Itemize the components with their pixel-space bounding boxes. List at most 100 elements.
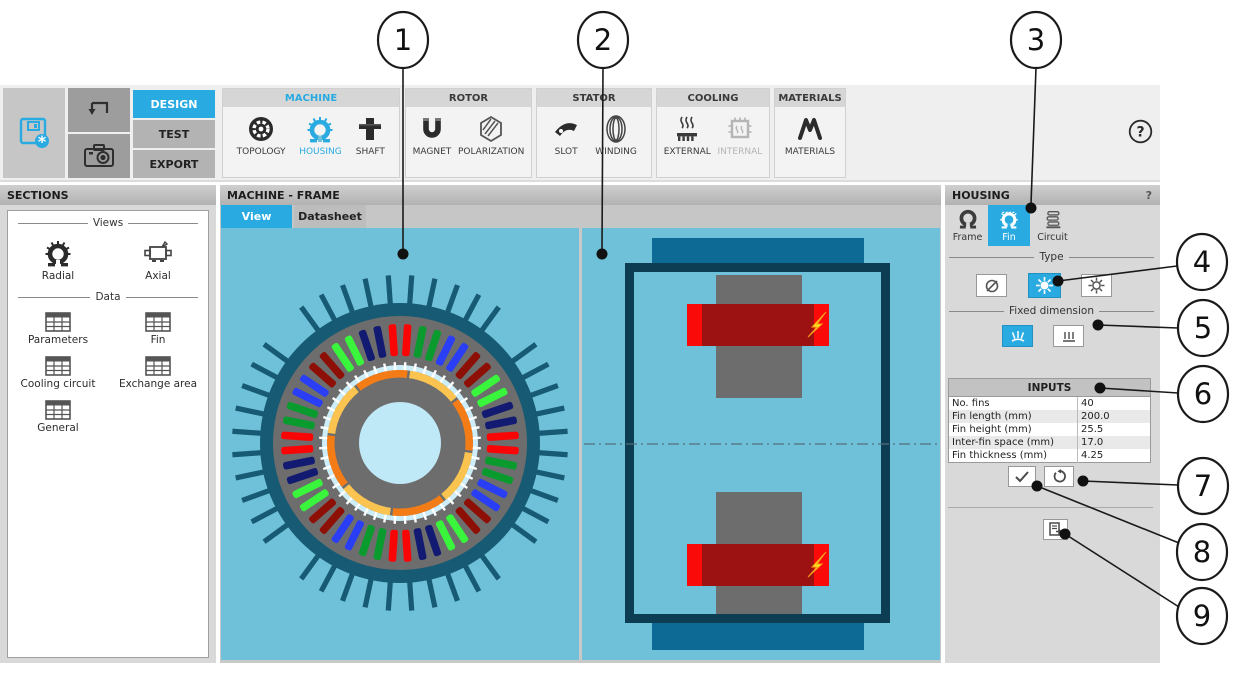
help-icon[interactable]: ?	[1128, 119, 1153, 144]
topology-icon	[246, 114, 276, 144]
ribbon-item-magnet[interactable]: MAGNET	[413, 114, 452, 157]
fin-type-none-button[interactable]	[976, 274, 1007, 297]
ribbon-item-slot[interactable]: SLOT	[551, 114, 581, 157]
app-window: * DESIGN TEST EXPORT MACHINE	[0, 0, 1250, 680]
circuit-tab-icon	[1042, 208, 1064, 230]
axial-view[interactable]	[582, 228, 940, 660]
item-label: MAGNET	[413, 147, 452, 157]
sidebar-item-cooling-circuit[interactable]: Cooling circuit	[8, 356, 108, 390]
ribbon-item-winding[interactable]: WINDING	[595, 114, 637, 157]
svg-text:9: 9	[1193, 599, 1211, 633]
fin-type-spoke-button[interactable]	[1081, 274, 1112, 297]
item-label: EXTERNAL	[664, 147, 711, 157]
spoke-fins-icon	[1087, 276, 1106, 295]
tab-export[interactable]: EXPORT	[133, 150, 215, 178]
table-icon	[45, 312, 71, 332]
svg-text:5: 5	[1194, 311, 1212, 345]
input-value[interactable]: 25.5	[1078, 423, 1151, 436]
ribbon-item-external[interactable]: EXTERNAL	[664, 114, 711, 157]
sidebar-item-fin[interactable]: Fin	[108, 312, 208, 346]
external-cooling-icon	[672, 114, 702, 144]
ribbon-item-polarization[interactable]: POLARIZATION	[458, 114, 524, 157]
shaft-icon	[355, 114, 385, 144]
housing-icon	[305, 114, 335, 144]
export-data-button[interactable]	[1043, 519, 1068, 540]
tab-fin[interactable]: Fin	[988, 205, 1030, 246]
sidebar-item-label: Cooling circuit	[21, 378, 96, 390]
magnet-icon	[417, 114, 447, 144]
sidebar-item-label: Fin	[151, 334, 166, 346]
inputs-table-body: No. fins40Fin length (mm)200.0Fin height…	[949, 397, 1151, 463]
table-icon	[45, 356, 71, 376]
ribbon-group-materials: MATERIALS MATERIALS	[774, 88, 846, 178]
item-label: SLOT	[555, 147, 578, 157]
tab-label: Circuit	[1037, 232, 1068, 243]
axial-machine-drawing	[582, 228, 940, 660]
item-label: MATERIALS	[785, 147, 835, 157]
input-value[interactable]: 4.25	[1078, 449, 1151, 463]
fixed-dimension-divider: Fixed dimension	[949, 305, 1154, 317]
inputs-row: Fin length (mm)200.0	[949, 410, 1151, 423]
fixed-dim-space-button[interactable]	[1002, 325, 1033, 347]
fin-tab-icon	[998, 208, 1020, 230]
fin-fan-icon	[1009, 329, 1027, 343]
table-icon	[145, 312, 171, 332]
sections-box: Views	[7, 210, 209, 658]
input-value[interactable]: 17.0	[1078, 436, 1151, 449]
input-label: No. fins	[949, 397, 1078, 411]
ribbon-item-housing[interactable]: HOUSING	[299, 114, 342, 157]
svg-text:8: 8	[1193, 535, 1211, 569]
winding-icon	[601, 114, 631, 144]
undo-button[interactable]	[68, 88, 130, 132]
tab-view[interactable]: View	[221, 205, 292, 228]
svg-text:1: 1	[394, 23, 412, 57]
housing-panel: HOUSING ? Frame	[945, 185, 1160, 663]
screenshot-button[interactable]	[68, 134, 130, 178]
sidebar-item-axial[interactable]: Axial	[108, 238, 208, 282]
inputs-header: INPUTS	[949, 379, 1151, 397]
fin-comb-icon	[1060, 329, 1078, 343]
svg-text:7: 7	[1194, 469, 1212, 503]
panel-divider	[948, 507, 1153, 508]
tab-test[interactable]: TEST	[133, 120, 215, 148]
reset-button[interactable]	[1044, 466, 1074, 487]
ribbon-item-internal: INTERNAL	[718, 114, 763, 157]
input-value[interactable]: 40	[1078, 397, 1151, 411]
fixed-dim-thickness-button[interactable]	[1053, 325, 1084, 347]
sidebar-item-parameters[interactable]: Parameters	[8, 312, 108, 346]
apply-button[interactable]	[1008, 466, 1036, 487]
radial-view[interactable]	[221, 228, 579, 660]
tab-frame[interactable]: Frame	[947, 205, 988, 246]
tab-label: Fin	[1002, 232, 1015, 243]
ribbon-item-materials[interactable]: MATERIALS	[785, 114, 835, 157]
ribbon-item-shaft[interactable]: SHAFT	[355, 114, 385, 157]
sidebar-item-radial[interactable]: Radial	[8, 238, 108, 282]
table-icon	[145, 356, 171, 376]
housing-help-icon[interactable]: ?	[1146, 189, 1152, 202]
ribbon-item-topology[interactable]: TOPOLOGY	[237, 114, 286, 157]
group-title: STATOR	[537, 89, 651, 107]
input-label: Inter-fin space (mm)	[949, 436, 1078, 449]
slot-icon	[551, 114, 581, 144]
input-label: Fin length (mm)	[949, 410, 1078, 423]
tab-design[interactable]: DESIGN	[133, 90, 215, 118]
polarization-icon	[476, 114, 506, 144]
inputs-table: INPUTS No. fins40Fin length (mm)200.0Fin…	[948, 378, 1151, 463]
tab-circuit[interactable]: Circuit	[1030, 205, 1075, 246]
item-label: WINDING	[595, 147, 637, 157]
fin-type-radial-button[interactable]	[1028, 273, 1061, 298]
item-label: SHAFT	[356, 147, 385, 157]
radial-fins-icon	[1035, 276, 1054, 295]
ribbon: * DESIGN TEST EXPORT MACHINE	[0, 85, 1160, 182]
undo-arrow-icon	[82, 95, 116, 125]
svg-text:*: *	[38, 132, 47, 151]
type-divider: Type	[949, 251, 1154, 263]
camera-icon	[81, 141, 117, 171]
sidebar-item-label: Exchange area	[119, 378, 197, 390]
materials-icon	[795, 114, 825, 144]
input-value[interactable]: 200.0	[1078, 410, 1151, 423]
tab-datasheet[interactable]: Datasheet	[294, 205, 366, 228]
sidebar-item-general[interactable]: General	[8, 400, 108, 434]
save-button[interactable]: *	[3, 88, 65, 178]
sidebar-item-exchange-area[interactable]: Exchange area	[108, 356, 208, 390]
